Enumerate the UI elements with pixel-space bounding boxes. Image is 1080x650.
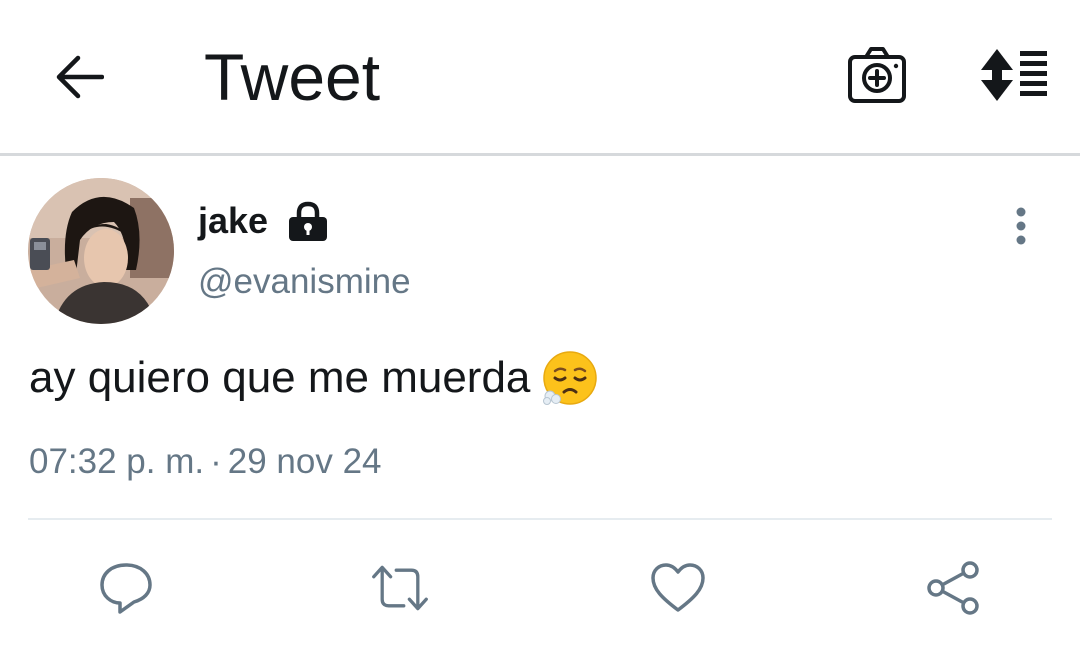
- share-button[interactable]: [924, 558, 984, 618]
- camera-plus-icon: [848, 47, 906, 103]
- sort-list-icon: [981, 49, 1047, 101]
- author-name-row: jake: [198, 196, 330, 246]
- heart-icon: [651, 563, 705, 612]
- top-app-bar: Tweet: [0, 0, 1080, 156]
- sort-button[interactable]: [975, 44, 1051, 106]
- user-handle[interactable]: @evanismine: [198, 262, 411, 302]
- share-icon: [927, 561, 979, 615]
- retweet-button[interactable]: [370, 558, 430, 618]
- tweet-date: 29 nov 24: [227, 442, 382, 481]
- page-title: Tweet: [204, 40, 381, 114]
- tweet-body: ay quiero que me muerda: [29, 348, 598, 408]
- profile-photo: [28, 178, 174, 324]
- tweet-timestamp: 07:32 p. m. · 29 nov 24: [29, 442, 382, 482]
- camera-button[interactable]: [845, 44, 909, 108]
- actions-divider: [28, 518, 1052, 520]
- back-button[interactable]: [50, 48, 108, 106]
- retweet-icon: [372, 565, 428, 611]
- lock-icon: [286, 199, 330, 243]
- face-exhaling-emoji: [542, 350, 598, 406]
- reply-button[interactable]: [96, 558, 156, 618]
- reply-icon: [100, 563, 152, 614]
- like-button[interactable]: [648, 558, 708, 618]
- tweet-time: 07:32 p. m.: [29, 442, 205, 481]
- timestamp-separator: ·: [210, 442, 222, 481]
- tweet-text: ay quiero que me muerda: [29, 353, 531, 402]
- more-vertical-icon: [1016, 207, 1026, 245]
- avatar[interactable]: [28, 178, 174, 324]
- more-options-button[interactable]: [1002, 204, 1040, 248]
- arrow-left-icon: [56, 55, 104, 99]
- display-name[interactable]: jake: [198, 200, 268, 242]
- header-divider: [0, 153, 1080, 156]
